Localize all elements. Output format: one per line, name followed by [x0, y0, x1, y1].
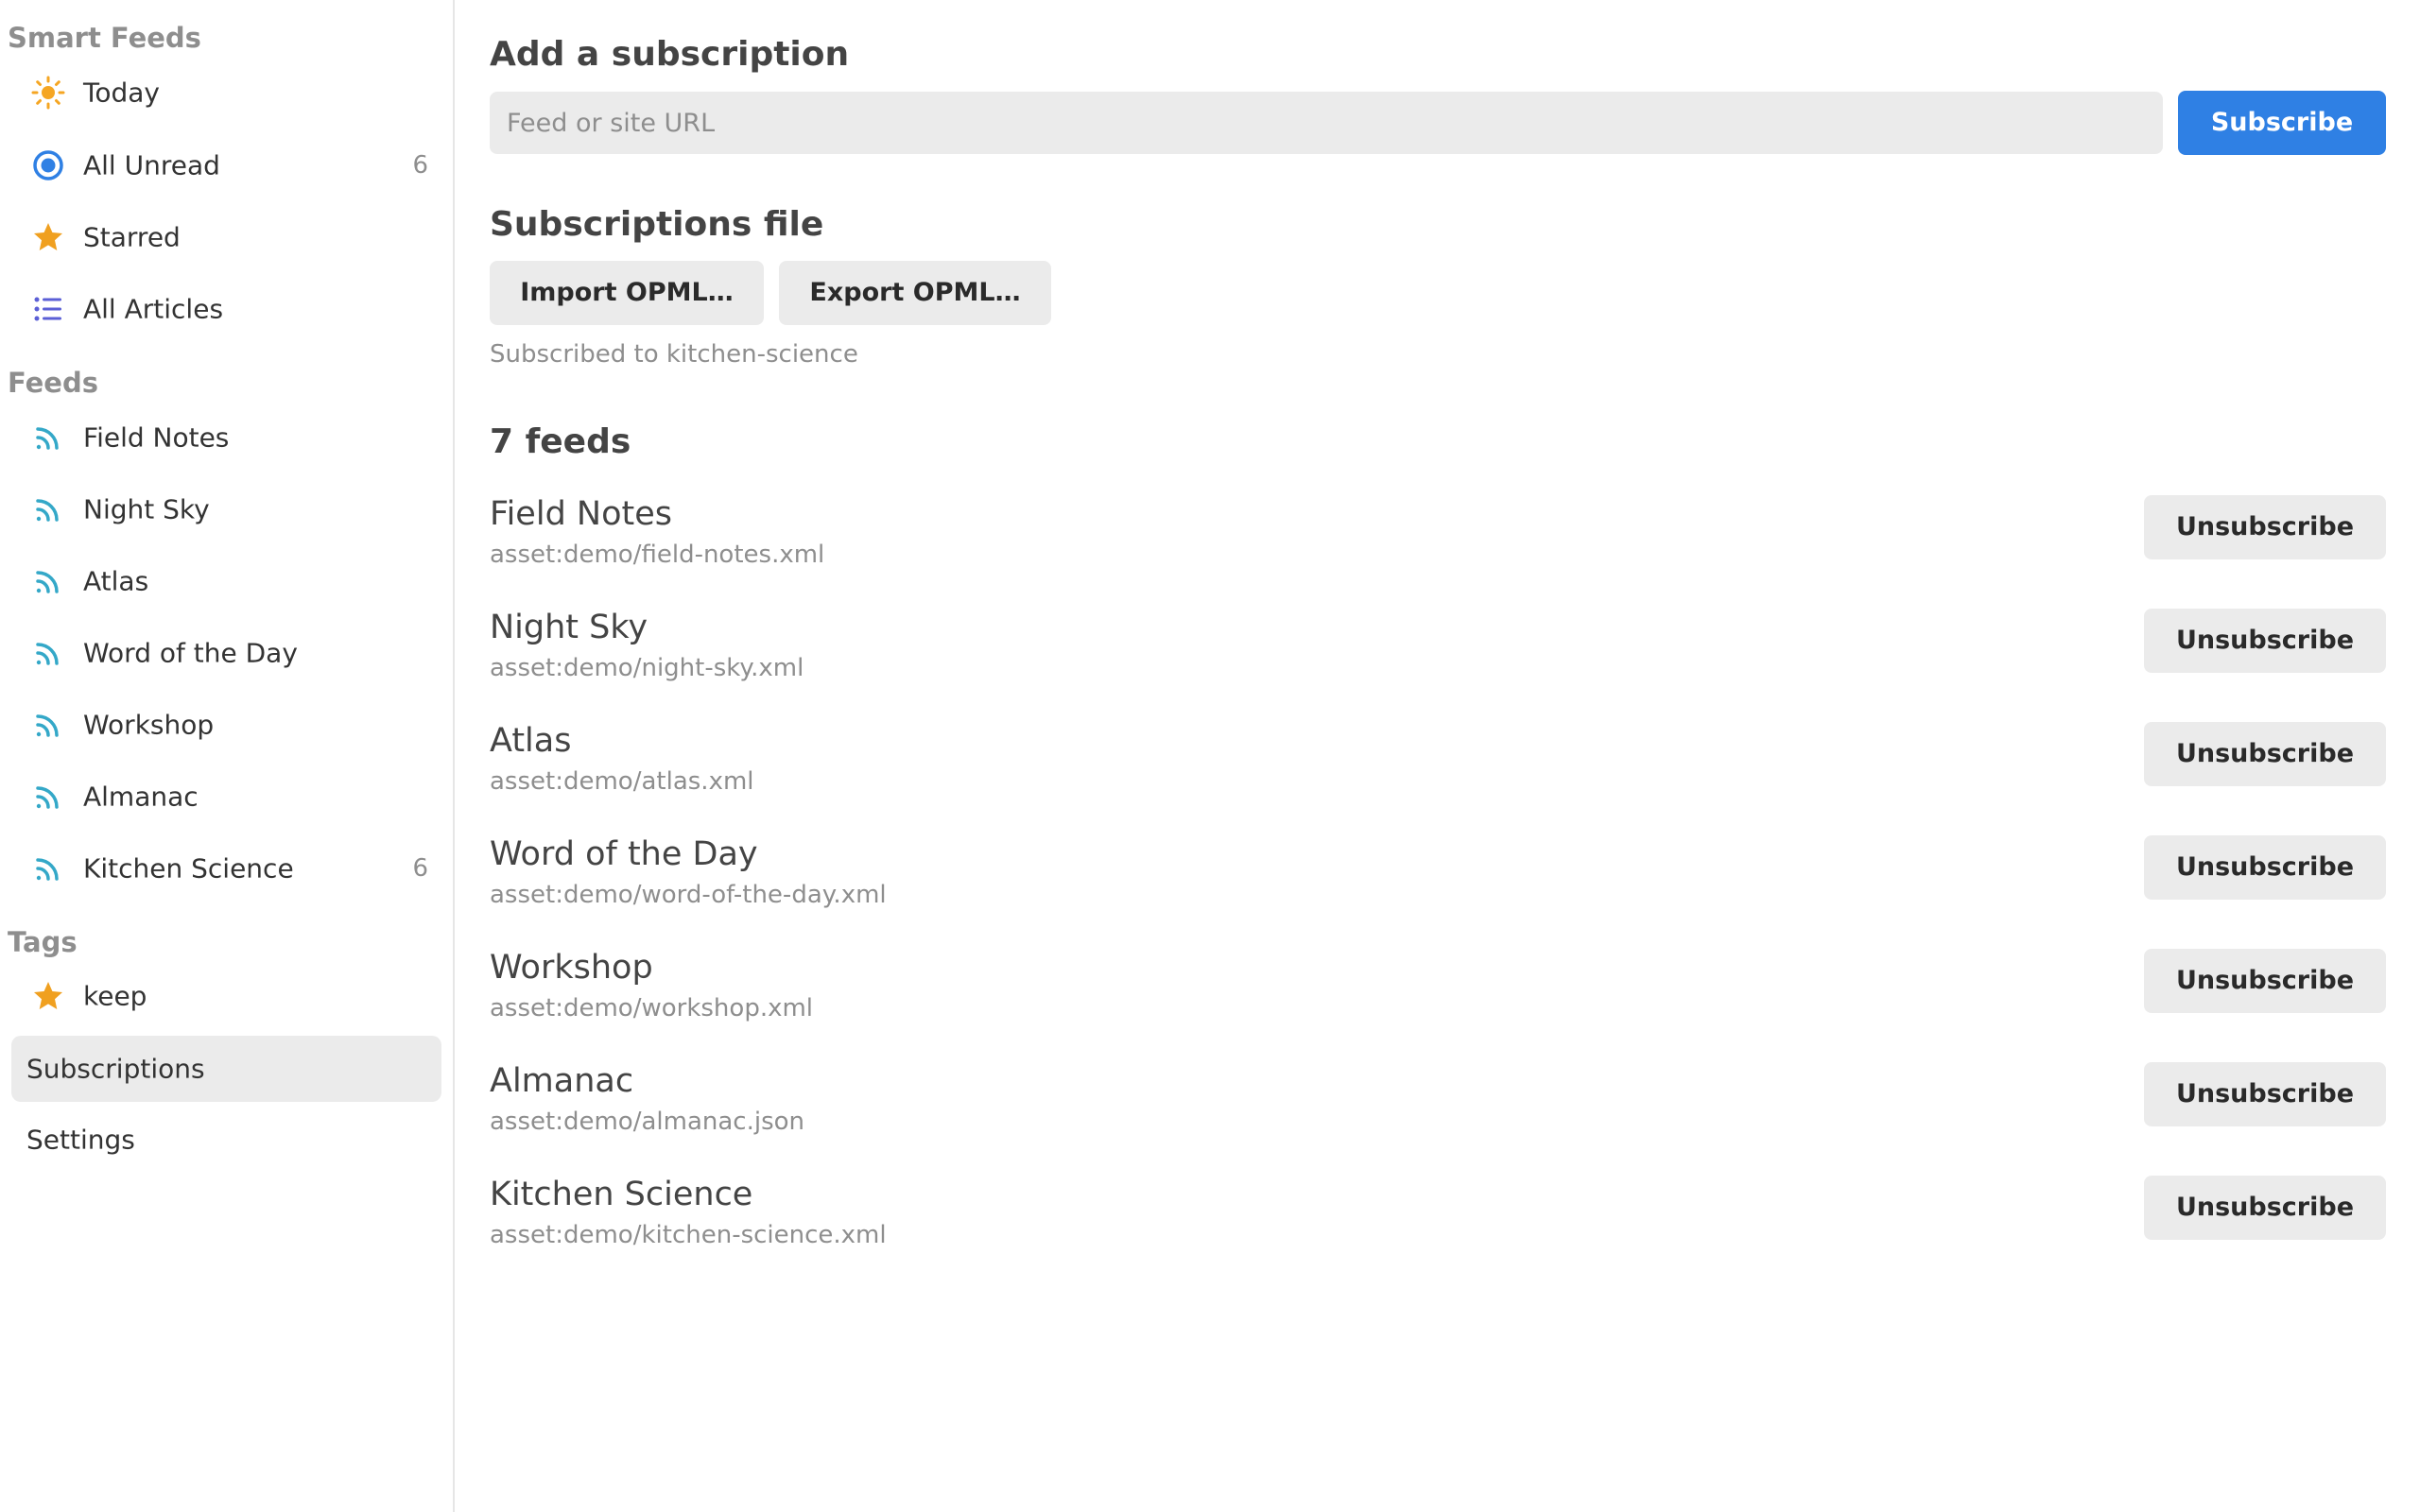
feed-row: Night Sky asset:demo/night-sky.xml Unsub… — [490, 599, 2386, 703]
sidebar-item-subscriptions[interactable]: Subscriptions — [11, 1036, 441, 1102]
unsubscribe-button[interactable]: Unsubscribe — [2144, 495, 2386, 559]
feed-url: asset:demo/night-sky.xml — [490, 654, 804, 682]
rss-icon — [30, 779, 66, 815]
sidebar: Smart Feeds Today All Unread 6 Starred A… — [0, 0, 455, 1512]
feed-row: Atlas asset:demo/atlas.xml Unsubscribe — [490, 713, 2386, 816]
unread-count: 6 — [412, 854, 428, 883]
sidebar-item-word-of-the-day[interactable]: Word of the Day — [11, 620, 441, 686]
feeds-count-heading: 7 feeds — [490, 422, 631, 461]
feed-title: Night Sky — [490, 609, 648, 646]
subscribe-button[interactable]: Subscribe — [2178, 91, 2386, 155]
sidebar-item-atlas[interactable]: Atlas — [11, 548, 441, 614]
sidebar-item-kitchen-science[interactable]: Kitchen Science 6 — [11, 835, 441, 902]
unsubscribe-button[interactable]: Unsubscribe — [2144, 949, 2386, 1013]
feed-url: asset:demo/workshop.xml — [490, 994, 814, 1022]
feed-title: Atlas — [490, 722, 572, 760]
feed-url: asset:demo/almanac.json — [490, 1108, 805, 1136]
unread-count: 6 — [412, 151, 428, 180]
rss-icon — [30, 420, 66, 455]
rss-icon — [30, 707, 66, 743]
sidebar-item-tag-keep[interactable]: keep — [11, 963, 441, 1029]
sidebar-item-starred[interactable]: Starred — [11, 204, 441, 270]
sidebar-item-label: Almanac — [83, 781, 199, 813]
rss-icon — [30, 635, 66, 671]
rss-icon — [30, 563, 66, 599]
sidebar-item-label: Settings — [26, 1124, 135, 1156]
sidebar-item-night-sky[interactable]: Night Sky — [11, 476, 441, 542]
sidebar-item-label: Word of the Day — [83, 637, 298, 669]
feeds-heading: Feeds — [8, 367, 98, 399]
sidebar-item-almanac[interactable]: Almanac — [11, 764, 441, 830]
sidebar-item-label: Today — [83, 77, 160, 109]
unsubscribe-button[interactable]: Unsubscribe — [2144, 722, 2386, 786]
sidebar-item-label: Atlas — [83, 565, 149, 597]
sidebar-item-label: Kitchen Science — [83, 852, 294, 885]
feed-title: Kitchen Science — [490, 1176, 753, 1213]
import-opml-button[interactable]: Import OPML… — [490, 261, 764, 325]
subscriptions-file-heading: Subscriptions file — [490, 205, 824, 244]
rss-icon — [30, 850, 66, 886]
status-message: Subscribed to kitchen-science — [490, 340, 858, 369]
sidebar-item-today[interactable]: Today — [11, 60, 441, 126]
sidebar-item-all-articles[interactable]: All Articles — [11, 276, 441, 342]
rss-icon — [30, 491, 66, 527]
smart-feeds-heading: Smart Feeds — [8, 22, 201, 54]
star-icon — [30, 219, 66, 255]
feed-title: Almanac — [490, 1062, 634, 1100]
sidebar-item-label: Workshop — [83, 709, 215, 741]
app-window: Smart Feeds Today All Unread 6 Starred A… — [0, 0, 2420, 1512]
unsubscribe-button[interactable]: Unsubscribe — [2144, 609, 2386, 673]
feed-title: Field Notes — [490, 495, 672, 533]
sidebar-item-field-notes[interactable]: Field Notes — [11, 404, 441, 471]
star-icon — [30, 978, 66, 1014]
export-opml-button[interactable]: Export OPML… — [779, 261, 1051, 325]
feed-row: Almanac asset:demo/almanac.json Unsubscr… — [490, 1053, 2386, 1157]
sun-icon — [30, 75, 66, 111]
add-subscription-heading: Add a subscription — [490, 35, 850, 74]
sidebar-item-label: Starred — [83, 221, 181, 253]
list-icon — [30, 291, 66, 327]
feed-title: Workshop — [490, 949, 653, 987]
feed-url: asset:demo/word-of-the-day.xml — [490, 881, 887, 909]
sidebar-item-label: All Articles — [83, 293, 224, 325]
sidebar-item-workshop[interactable]: Workshop — [11, 692, 441, 758]
feed-row: Word of the Day asset:demo/word-of-the-d… — [490, 826, 2386, 930]
feed-title: Word of the Day — [490, 835, 758, 873]
sidebar-item-label: keep — [83, 980, 147, 1012]
sidebar-item-settings[interactable]: Settings — [11, 1107, 441, 1173]
subscriptions-panel: Add a subscription Subscribe Subscriptio… — [490, 0, 2386, 1512]
unsubscribe-button[interactable]: Unsubscribe — [2144, 835, 2386, 900]
unsubscribe-button[interactable]: Unsubscribe — [2144, 1062, 2386, 1126]
feed-row: Workshop asset:demo/workshop.xml Unsubsc… — [490, 939, 2386, 1043]
sidebar-item-label: Field Notes — [83, 421, 230, 454]
feed-url: asset:demo/atlas.xml — [490, 767, 754, 796]
tags-heading: Tags — [8, 926, 78, 958]
sidebar-item-all-unread[interactable]: All Unread 6 — [11, 132, 441, 198]
feed-url: asset:demo/field-notes.xml — [490, 541, 825, 569]
feed-row: Field Notes asset:demo/field-notes.xml U… — [490, 486, 2386, 590]
sidebar-item-label: Subscriptions — [26, 1053, 205, 1085]
sidebar-item-label: Night Sky — [83, 493, 210, 525]
feed-url-input[interactable] — [490, 92, 2163, 154]
unread-circle-icon — [30, 147, 66, 183]
sidebar-item-label: All Unread — [83, 149, 220, 181]
feed-url: asset:demo/kitchen-science.xml — [490, 1221, 887, 1249]
unsubscribe-button[interactable]: Unsubscribe — [2144, 1176, 2386, 1240]
feed-row: Kitchen Science asset:demo/kitchen-scien… — [490, 1166, 2386, 1270]
